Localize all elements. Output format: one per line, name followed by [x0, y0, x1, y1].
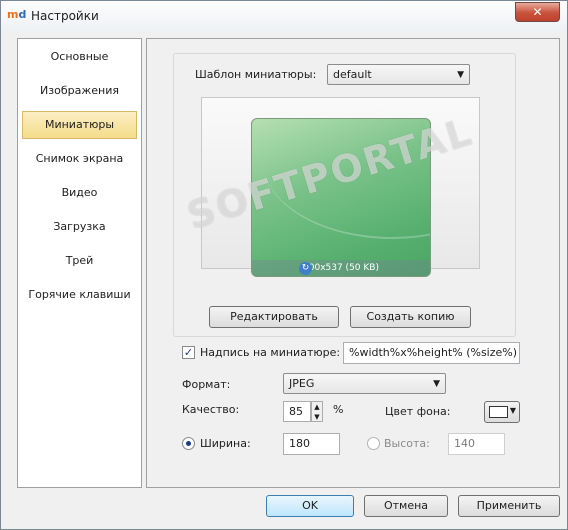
quality-input[interactable]: 85: [283, 401, 311, 422]
height-radio[interactable]: [367, 437, 380, 450]
sidebar-item-images[interactable]: Изображения: [22, 77, 137, 105]
template-label: Шаблон миниатюры:: [195, 68, 317, 81]
sidebar-item-thumbnails[interactable]: Миниатюры: [22, 111, 137, 139]
format-label: Формат:: [182, 378, 231, 391]
width-radio[interactable]: [182, 437, 195, 450]
caption-label: Надпись на миниатюре:: [200, 346, 341, 359]
title-bar[interactable]: md Настройки ✕: [1, 1, 567, 31]
apply-button[interactable]: Применить: [458, 495, 560, 517]
chevron-down-icon: ▼: [509, 406, 516, 415]
settings-sidebar: Основные Изображения Миниатюры Снимок эк…: [17, 38, 142, 488]
thumbnails-panel: Шаблон миниатюры: default ▼ 800x537 (50 …: [146, 38, 560, 488]
width-label: Ширина:: [200, 437, 251, 450]
sidebar-item-hotkeys[interactable]: Горячие клавиши: [22, 281, 137, 309]
thumbnail-preview: 800x537 (50 KB) ↻ SOFTPORTAL: [182, 97, 480, 277]
bg-color-button[interactable]: ▼: [484, 401, 520, 423]
template-group: Шаблон миниатюры: default ▼ 800x537 (50 …: [173, 53, 516, 337]
color-swatch: [489, 406, 508, 418]
chevron-down-icon: ▼: [433, 379, 440, 389]
refresh-icon: ↻: [299, 262, 312, 275]
quality-label: Качество:: [182, 403, 240, 416]
format-select[interactable]: JPEG ▼: [283, 373, 446, 394]
sidebar-item-screenshot[interactable]: Снимок экрана: [22, 145, 137, 173]
caption-checkbox[interactable]: ✓: [182, 346, 195, 359]
app-logo-icon: md: [7, 8, 27, 21]
chevron-down-icon: ▼: [457, 70, 464, 80]
template-value: default: [333, 68, 372, 81]
chevron-up-icon[interactable]: ▲: [312, 402, 322, 412]
window-title: Настройки: [31, 9, 99, 23]
chevron-down-icon[interactable]: ▼: [312, 412, 322, 422]
height-label: Высота:: [384, 437, 430, 450]
format-value: JPEG: [289, 377, 315, 390]
width-input[interactable]: 180: [283, 433, 340, 455]
sidebar-item-tray[interactable]: Трей: [22, 247, 137, 275]
cancel-button[interactable]: Отмена: [364, 495, 448, 517]
quality-unit: %: [333, 403, 344, 416]
thumbnail-caption: 800x537 (50 KB): [252, 260, 430, 276]
close-icon: ✕: [532, 5, 543, 19]
sidebar-item-general[interactable]: Основные: [22, 43, 137, 71]
bg-color-label: Цвет фона:: [385, 405, 451, 418]
copy-template-button[interactable]: Создать копию: [350, 306, 471, 328]
ok-button[interactable]: OK: [266, 495, 354, 517]
caption-input[interactable]: %width%x%height% (%size%): [343, 342, 520, 364]
template-select[interactable]: default ▼: [327, 64, 470, 85]
height-input[interactable]: 140: [448, 433, 505, 455]
edit-template-button[interactable]: Редактировать: [209, 306, 339, 328]
close-button[interactable]: ✕: [515, 2, 560, 22]
quality-stepper[interactable]: ▲ ▼: [311, 401, 323, 422]
settings-window: md Настройки ✕ Основные Изображения Мини…: [0, 0, 568, 530]
sidebar-item-video[interactable]: Видео: [22, 179, 137, 207]
sidebar-item-upload[interactable]: Загрузка: [22, 213, 137, 241]
